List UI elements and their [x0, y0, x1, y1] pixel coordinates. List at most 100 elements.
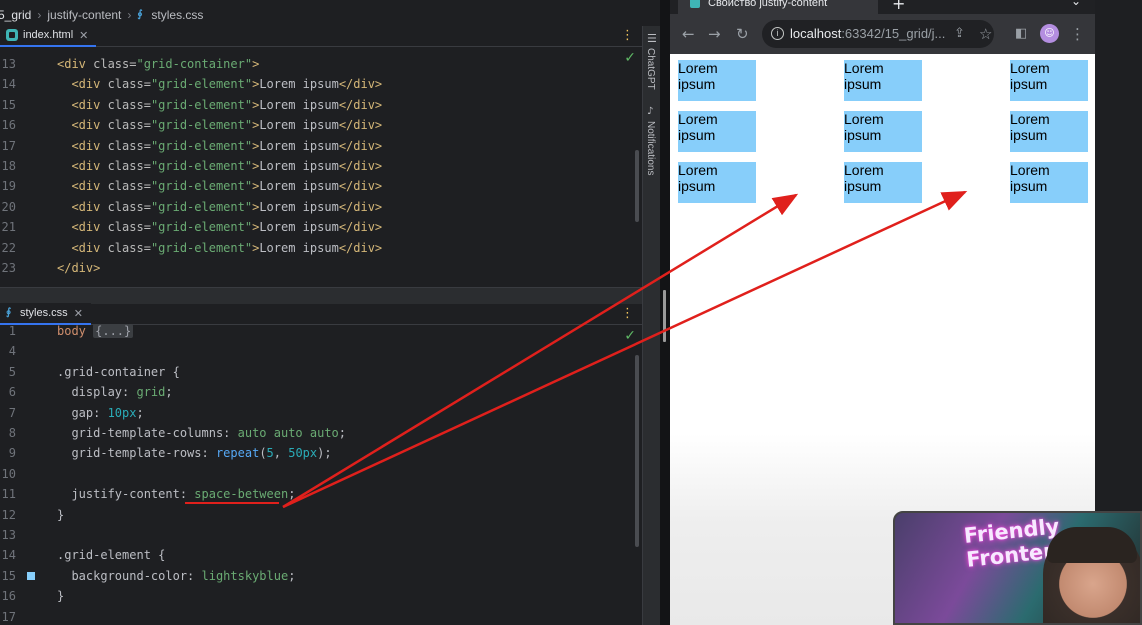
code-token: Lorem ipsum — [259, 159, 339, 173]
side-panel-icon[interactable]: ◧ — [1015, 25, 1027, 43]
code-token: grid-template-columns: — [57, 426, 238, 440]
code-line[interactable]: 23 </div> — [0, 258, 640, 278]
line-number: 8 — [8, 426, 16, 440]
browser-menu-icon[interactable]: ⋮ — [1070, 25, 1085, 43]
code-line[interactable]: 6 display: grid; — [0, 382, 640, 402]
code-line[interactable]: 21 <div class="grid-element">Lorem ipsum… — [0, 217, 640, 237]
line-number: 12 — [1, 507, 16, 522]
html-editor-scrollbar[interactable] — [635, 150, 639, 222]
forward-icon[interactable]: → — [708, 25, 721, 43]
code-token: "grid-element" — [150, 138, 253, 153]
breadcrumb-item-project[interactable]: 5_grid — [0, 8, 31, 22]
profile-avatar[interactable]: ☺ — [1040, 24, 1059, 43]
code-line[interactable]: 13 — [0, 525, 640, 545]
code-line[interactable]: 9 grid-template-rows: repeat(5, 50px); — [0, 443, 640, 463]
code-text: <div class="grid-element">Lorem ipsum</d… — [57, 176, 382, 196]
chevron-down-icon[interactable]: ⌄ — [1071, 0, 1081, 8]
code-line[interactable]: 14 <div class="grid-element">Lorem ipsum… — [0, 74, 640, 94]
back-icon[interactable]: ← — [682, 25, 695, 43]
breadcrumb-item-file[interactable]: styles.css — [151, 8, 203, 22]
line-number: 14 — [1, 77, 16, 92]
share-icon[interactable]: ⇪ — [954, 25, 965, 43]
color-swatch-icon[interactable] — [27, 571, 35, 580]
browser-tabstrip: Свойство justify-content + ⌄ — [670, 0, 1095, 14]
new-tab-icon[interactable]: + — [892, 0, 905, 13]
code-line[interactable]: 20 <div class="grid-element">Lorem ipsum… — [0, 197, 640, 217]
close-icon[interactable]: ✕ — [74, 307, 83, 320]
code-line[interactable]: 15 background-color: lightskyblue; — [0, 566, 640, 586]
grid-element: Lorem ipsum — [678, 111, 756, 152]
code-text: } — [57, 586, 64, 606]
code-token: "grid-element" — [150, 199, 253, 214]
tab-index-html[interactable]: index.html ✕ — [0, 25, 97, 47]
tool-chatgpt[interactable]: ChatGPT — [645, 48, 656, 90]
code-line[interactable]: 4 — [0, 341, 640, 361]
code-token: </div> — [338, 97, 383, 112]
right-tool-strip: ☰ ChatGPT ♪ Notifications — [642, 26, 660, 625]
splitter-grip[interactable] — [663, 290, 666, 342]
code-token: 5 — [266, 446, 274, 461]
line-number: 19 — [1, 179, 16, 194]
bookmark-star-icon[interactable]: ☆ — [979, 25, 992, 43]
code-token: </div> — [338, 199, 383, 214]
editor-split-divider[interactable] — [0, 287, 660, 304]
code-line[interactable]: 17 — [0, 607, 640, 625]
bell-icon[interactable]: ♪ — [647, 106, 653, 117]
code-line[interactable]: 1 body {...} — [0, 321, 640, 341]
info-icon[interactable]: i — [771, 27, 784, 40]
code-line[interactable]: 11 justify-content: space-between; — [0, 484, 640, 504]
code-token: } — [57, 589, 65, 604]
code-token: </div> — [338, 159, 383, 173]
code-line[interactable]: 17 <div class="grid-element">Lorem ipsum… — [0, 136, 640, 156]
code-token: Lorem ipsum — [259, 97, 339, 112]
code-token: <div — [57, 77, 108, 92]
css-editor-scrollbar[interactable] — [635, 355, 639, 547]
code-token: ; — [136, 405, 144, 420]
css-code-editor[interactable]: 1 body {...} 4 5 .grid-container {6 display:… — [0, 321, 640, 625]
code-line[interactable]: 19 <div class="grid-element">Lorem ipsum… — [0, 176, 640, 196]
code-token: ; — [288, 568, 296, 583]
code-line[interactable]: 13 <div class="grid-container"> — [0, 54, 640, 74]
code-token: <div — [57, 199, 108, 214]
window-splitter[interactable] — [660, 0, 670, 625]
code-token: 10px — [107, 405, 137, 420]
code-line[interactable]: 16 <div class="grid-element">Lorem ipsum… — [0, 115, 640, 135]
code-line[interactable]: 8 grid-template-columns: auto auto auto; — [0, 423, 640, 443]
code-line[interactable]: 10 — [0, 464, 640, 484]
code-token: </div> — [338, 118, 383, 133]
code-line[interactable]: 18 <div class="grid-element">Lorem ipsum… — [0, 156, 640, 176]
code-token: ; — [165, 385, 173, 400]
reload-icon[interactable]: ↻ — [736, 25, 749, 43]
code-text: <div class="grid-element">Lorem ipsum</d… — [57, 156, 382, 176]
line-number: 13 — [1, 57, 16, 71]
code-line[interactable]: 7 gap: 10px; — [0, 403, 640, 423]
code-line[interactable]: 12} — [0, 505, 640, 525]
code-token: "grid-element" — [150, 159, 253, 173]
breadcrumb: 5_grid › justify-content › ∮ styles.css — [0, 5, 203, 25]
code-token: class= — [107, 138, 151, 153]
code-line[interactable]: 14 .grid-element { — [0, 545, 640, 565]
code-text: </div> — [57, 258, 100, 278]
line-number: 16 — [1, 589, 16, 604]
ai-assistant-icon[interactable]: ☰ — [647, 32, 657, 45]
breadcrumb-item-folder[interactable]: justify-content — [47, 8, 121, 22]
code-line[interactable]: 22 <div class="grid-element">Lorem ipsum… — [0, 238, 640, 258]
code-line[interactable]: 16} — [0, 586, 640, 606]
more-options-icon[interactable]: ⋮ — [621, 306, 634, 321]
code-text: <div class="grid-element">Lorem ipsum</d… — [57, 115, 382, 135]
more-options-icon[interactable]: ⋮ — [621, 28, 634, 43]
tool-notifications[interactable]: Notifications — [645, 121, 656, 175]
code-line[interactable]: 5 .grid-container { — [0, 362, 640, 382]
code-text: <div class="grid-element">Lorem ipsum</d… — [57, 95, 382, 115]
code-text: background-color: lightskyblue; — [57, 566, 295, 586]
browser-tab[interactable]: Свойство justify-content — [678, 0, 878, 14]
code-text: gap: 10px; — [57, 403, 144, 423]
close-icon[interactable]: ✕ — [79, 29, 88, 42]
code-line[interactable]: 15 <div class="grid-element">Lorem ipsum… — [0, 95, 640, 115]
line-number: 14 — [1, 548, 16, 563]
url-path: :63342/15_grid/j... — [841, 26, 946, 41]
code-token: space-between — [194, 487, 289, 502]
html-code-editor[interactable]: 13 <div class="grid-container"> 14 <div cl… — [0, 54, 640, 286]
code-token: </div> — [338, 138, 383, 153]
tab-label: styles.css — [20, 307, 68, 319]
